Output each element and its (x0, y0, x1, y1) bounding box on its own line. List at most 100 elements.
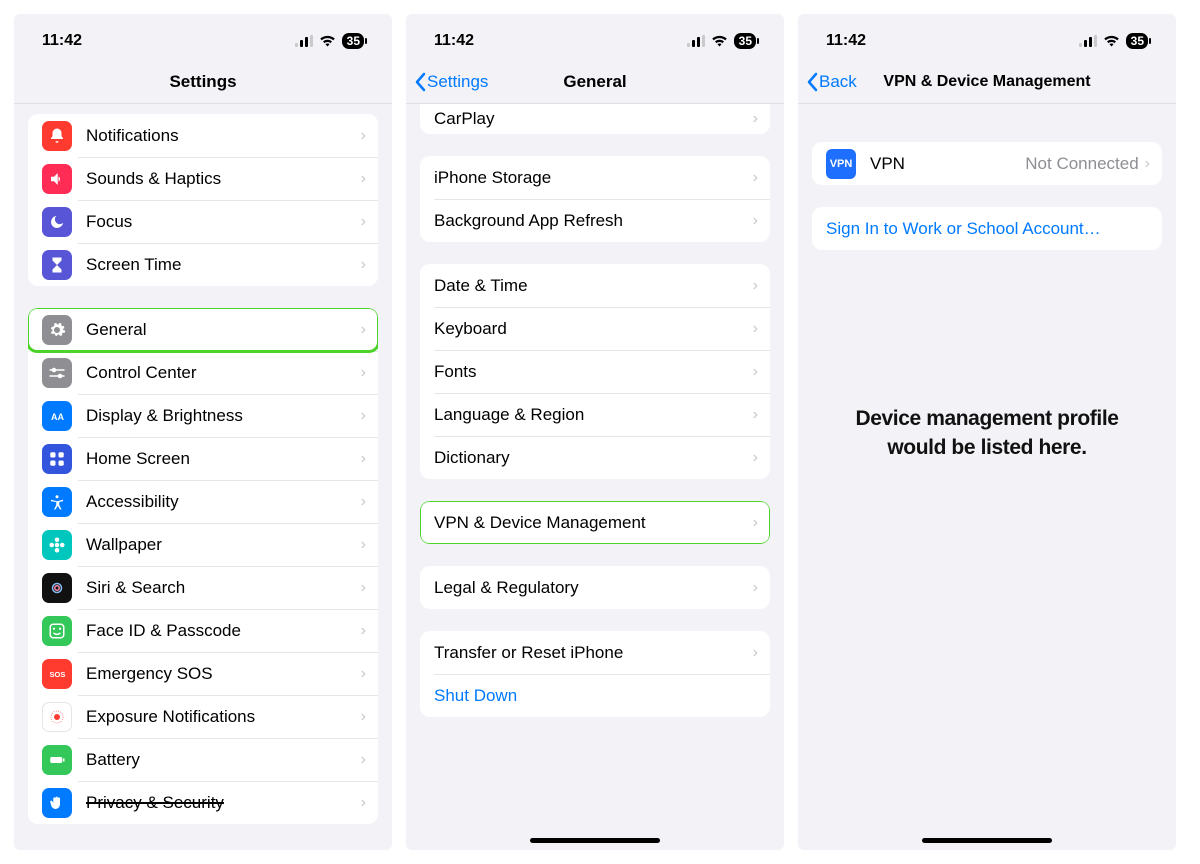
gear-icon (42, 315, 72, 345)
row-wallpaper[interactable]: Wallpaper › (28, 523, 378, 566)
status-icons: 35 (1079, 33, 1148, 49)
row-date-time[interactable]: Date & Time › (420, 264, 770, 307)
annotation-text: Device management profile would be liste… (798, 404, 1176, 463)
row-notifications[interactable]: Notifications › (28, 114, 378, 157)
row-transfer-reset[interactable]: Transfer or Reset iPhone › (420, 631, 770, 674)
chevron-right-icon: › (361, 450, 366, 468)
row-signin-work[interactable]: Sign In to Work or School Account… (812, 207, 1162, 250)
vpn-list[interactable]: VPN VPN Not Connected › Sign In to Work … (798, 104, 1176, 850)
row-label: Date & Time (434, 276, 753, 296)
sos-icon: SOS (42, 659, 72, 689)
row-fonts[interactable]: Fonts › (420, 350, 770, 393)
row-display[interactable]: AA Display & Brightness › (28, 394, 378, 437)
battery-icon: 35 (734, 33, 756, 49)
chevron-right-icon: › (753, 363, 758, 381)
row-label: Siri & Search (86, 578, 361, 598)
row-legal[interactable]: Legal & Regulatory › (420, 566, 770, 609)
home-indicator[interactable] (922, 838, 1052, 843)
general-list[interactable]: CarPlay › iPhone Storage › Background Ap… (406, 104, 784, 850)
row-screentime[interactable]: Screen Time › (28, 243, 378, 286)
row-label: Accessibility (86, 492, 361, 512)
exposure-icon (42, 702, 72, 732)
nav-bar: Settings (14, 60, 392, 104)
row-label: Notifications (86, 126, 361, 146)
row-label: Privacy & Security (86, 793, 361, 813)
back-button[interactable]: Back (806, 60, 857, 103)
row-label: Emergency SOS (86, 664, 361, 684)
row-dictionary[interactable]: Dictionary › (420, 436, 770, 479)
row-label: Legal & Regulatory (434, 578, 753, 598)
chevron-right-icon: › (361, 794, 366, 812)
row-bg-refresh[interactable]: Background App Refresh › (420, 199, 770, 242)
row-general[interactable]: General › (28, 308, 378, 351)
toggles-icon (42, 358, 72, 388)
chevron-right-icon: › (361, 751, 366, 769)
wifi-icon (711, 35, 728, 47)
chevron-right-icon: › (361, 622, 366, 640)
row-control-center[interactable]: Control Center › (28, 351, 378, 394)
row-vpn-device-mgmt[interactable]: VPN & Device Management › (420, 501, 770, 544)
row-shutdown[interactable]: Shut Down (420, 674, 770, 717)
accessibility-icon (42, 487, 72, 517)
status-icons: 35 (687, 33, 756, 49)
row-sos[interactable]: SOS Emergency SOS › (28, 652, 378, 695)
battery-row-icon (42, 745, 72, 775)
flower-icon (42, 530, 72, 560)
chevron-right-icon: › (361, 321, 366, 339)
row-keyboard[interactable]: Keyboard › (420, 307, 770, 350)
text-size-icon: AA (42, 401, 72, 431)
vpn-icon: VPN (826, 149, 856, 179)
status-bar: 11:42 35 (798, 14, 1176, 60)
row-home-screen[interactable]: Home Screen › (28, 437, 378, 480)
page-title: General (563, 72, 626, 92)
row-label: Display & Brightness (86, 406, 361, 426)
vpn-status: Not Connected (1025, 154, 1138, 174)
cellular-icon (1079, 35, 1097, 47)
row-sounds[interactable]: Sounds & Haptics › (28, 157, 378, 200)
chevron-right-icon: › (361, 579, 366, 597)
row-label: General (86, 320, 361, 340)
nav-bar: Back VPN & Device Management (798, 60, 1176, 104)
row-iphone-storage[interactable]: iPhone Storage › (420, 156, 770, 199)
status-icons: 35 (295, 33, 364, 49)
row-label: Transfer or Reset iPhone (434, 643, 753, 663)
wifi-icon (1103, 35, 1120, 47)
chevron-right-icon: › (753, 579, 758, 597)
back-button[interactable]: Settings (414, 60, 488, 103)
hand-icon (42, 788, 72, 818)
row-vpn[interactable]: VPN VPN Not Connected › (812, 142, 1162, 185)
chevron-right-icon: › (753, 110, 758, 128)
home-indicator[interactable] (530, 838, 660, 843)
wifi-icon (319, 35, 336, 47)
row-accessibility[interactable]: Accessibility › (28, 480, 378, 523)
row-privacy[interactable]: Privacy & Security › (28, 781, 378, 824)
chevron-right-icon: › (361, 256, 366, 274)
row-label: Background App Refresh (434, 211, 753, 231)
row-focus[interactable]: Focus › (28, 200, 378, 243)
battery-icon: 35 (342, 33, 364, 49)
chevron-right-icon: › (361, 708, 366, 726)
row-exposure[interactable]: Exposure Notifications › (28, 695, 378, 738)
settings-list[interactable]: Notifications › Sounds & Haptics › Focus… (14, 104, 392, 850)
chevron-right-icon: › (753, 406, 758, 424)
row-label: Dictionary (434, 448, 753, 468)
face-icon (42, 616, 72, 646)
chevron-right-icon: › (753, 320, 758, 338)
siri-icon (42, 573, 72, 603)
row-label: Face ID & Passcode (86, 621, 361, 641)
row-label: Fonts (434, 362, 753, 382)
cellular-icon (295, 35, 313, 47)
hourglass-icon (42, 250, 72, 280)
row-carplay[interactable]: CarPlay › (420, 104, 770, 134)
svg-text:AA: AA (51, 411, 64, 421)
row-siri[interactable]: Siri & Search › (28, 566, 378, 609)
page-title: Settings (169, 72, 236, 92)
row-language[interactable]: Language & Region › (420, 393, 770, 436)
chevron-right-icon: › (361, 665, 366, 683)
row-label: Exposure Notifications (86, 707, 361, 727)
chevron-right-icon: › (753, 514, 758, 532)
row-faceid[interactable]: Face ID & Passcode › (28, 609, 378, 652)
chevron-right-icon: › (753, 212, 758, 230)
row-battery[interactable]: Battery › (28, 738, 378, 781)
row-label: iPhone Storage (434, 168, 753, 188)
